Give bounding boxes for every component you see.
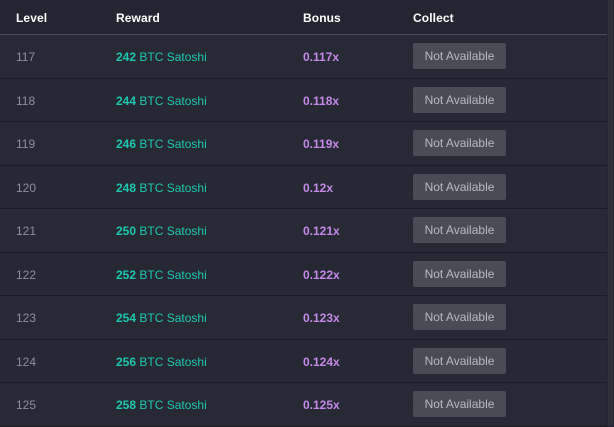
level-cell: 117: [16, 50, 36, 64]
reward-cell: 244 BTC Satoshi: [116, 94, 207, 108]
table-header: Level Reward Bonus Collect: [0, 0, 607, 35]
reward-amount: 254: [116, 311, 137, 325]
bonus-cell: 0.12x: [303, 180, 334, 195]
reward-cell: 250 BTC Satoshi: [116, 224, 207, 238]
table-row: 122 252 BTC Satoshi 0.122x Not Available: [0, 252, 607, 296]
level-cell: 124: [16, 354, 37, 369]
bonus-cell: 0.118x: [303, 93, 340, 108]
collect-button[interactable]: Not Available: [413, 304, 506, 330]
level-cell: 125: [16, 398, 37, 412]
bonus-cell: 0.121x: [303, 224, 340, 238]
reward-amount: 242: [116, 50, 137, 64]
reward-cell: 242 BTC Satoshi: [116, 50, 207, 64]
reward-currency: BTC Satoshi: [139, 267, 207, 282]
table-row: 118 244 BTC Satoshi 0.118x Not Available: [0, 78, 607, 122]
reward-currency: BTC Satoshi: [139, 398, 207, 412]
table-row: 121 250 BTC Satoshi 0.121x Not Available: [0, 209, 607, 253]
reward-amount: 256: [116, 354, 137, 369]
reward-currency: BTC Satoshi: [139, 180, 207, 195]
bonus-cell: 0.124x: [303, 354, 340, 369]
reward-cell: 254 BTC Satoshi: [116, 311, 207, 325]
table-row: 119 246 BTC Satoshi 0.119x Not Available: [0, 122, 607, 166]
bonus-cell: 0.119x: [303, 137, 340, 151]
collect-button[interactable]: Not Available: [413, 347, 506, 374]
level-cell: 120: [16, 180, 37, 195]
collect-button[interactable]: Not Available: [413, 391, 506, 417]
reward-amount: 246: [116, 137, 137, 151]
table-row: 125 258 BTC Satoshi 0.125x Not Available: [0, 383, 607, 427]
reward-cell: 246 BTC Satoshi: [116, 137, 207, 151]
collect-button[interactable]: Not Available: [413, 43, 506, 69]
collect-button[interactable]: Not Available: [413, 86, 506, 113]
reward-currency: BTC Satoshi: [139, 137, 207, 151]
reward-currency: BTC Satoshi: [139, 311, 207, 325]
level-cell: 118: [16, 93, 36, 108]
bonus-cell: 0.122x: [303, 267, 340, 282]
scrollbar-thumb[interactable]: [608, 0, 613, 426]
bonus-cell: 0.117x: [303, 50, 340, 64]
header-reward: Reward: [116, 11, 160, 25]
reward-amount: 248: [116, 180, 137, 195]
bonus-cell: 0.125x: [303, 398, 340, 412]
level-cell: 122: [16, 267, 37, 282]
reward-amount: 252: [116, 267, 137, 282]
reward-amount: 250: [116, 224, 137, 238]
reward-cell: 256 BTC Satoshi: [116, 355, 207, 369]
header-level: Level: [16, 11, 48, 25]
collect-button[interactable]: Not Available: [413, 173, 506, 200]
level-cell: 123: [16, 311, 37, 325]
collect-button[interactable]: Not Available: [413, 130, 506, 156]
reward-cell: 252 BTC Satoshi: [116, 268, 207, 282]
table-body: 117 242 BTC Satoshi 0.117x Not Available…: [0, 35, 607, 427]
table-row: 124 256 BTC Satoshi 0.124x Not Available: [0, 339, 607, 383]
collect-button[interactable]: Not Available: [413, 260, 506, 287]
reward-currency: BTC Satoshi: [139, 224, 207, 238]
reward-amount: 244: [116, 93, 137, 108]
table-row: 117 242 BTC Satoshi 0.117x Not Available: [0, 35, 607, 79]
table-row: 120 248 BTC Satoshi 0.12x Not Available: [0, 165, 607, 209]
reward-currency: BTC Satoshi: [139, 93, 207, 108]
header-bonus: Bonus: [303, 11, 341, 25]
vertical-scrollbar[interactable]: [607, 0, 614, 426]
reward-amount: 258: [116, 398, 137, 412]
level-cell: 119: [16, 137, 36, 151]
rewards-table: Level Reward Bonus Collect 117 242 BTC S…: [0, 0, 607, 427]
header-collect: Collect: [413, 11, 454, 25]
reward-cell: 258 BTC Satoshi: [116, 398, 207, 412]
reward-currency: BTC Satoshi: [139, 354, 207, 369]
table-row: 123 254 BTC Satoshi 0.123x Not Available: [0, 296, 607, 340]
level-cell: 121: [16, 224, 37, 238]
bonus-cell: 0.123x: [303, 311, 340, 325]
reward-currency: BTC Satoshi: [139, 50, 207, 64]
reward-cell: 248 BTC Satoshi: [116, 181, 207, 195]
collect-button[interactable]: Not Available: [413, 217, 506, 243]
